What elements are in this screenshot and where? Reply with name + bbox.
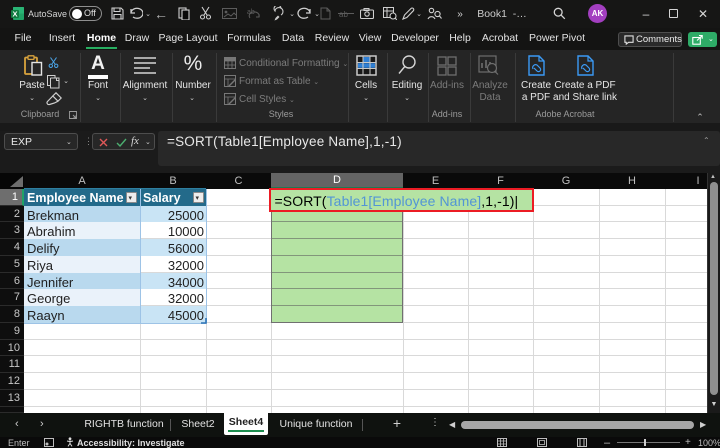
svg-text:X: X bbox=[12, 10, 17, 19]
